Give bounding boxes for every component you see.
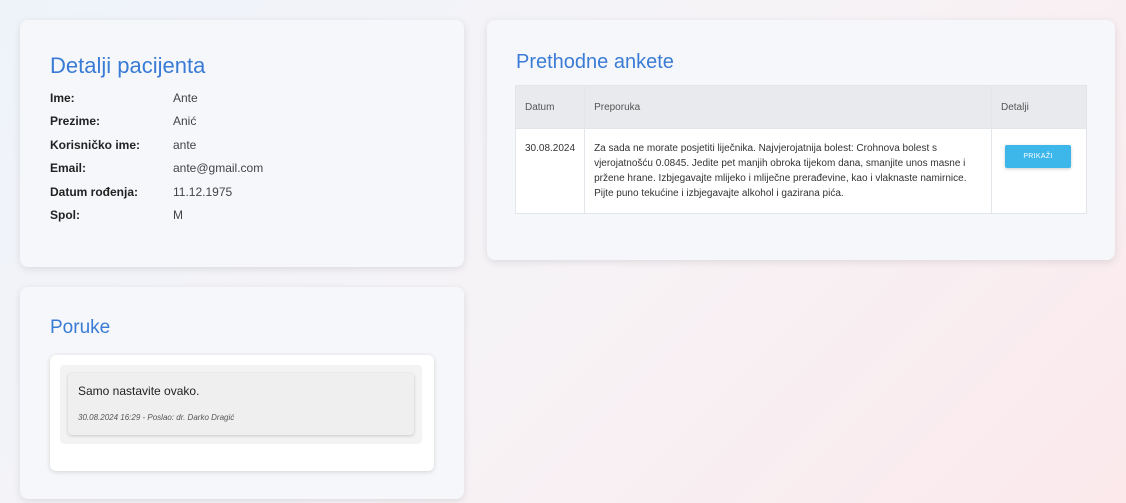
detail-row-sex: Spol: M xyxy=(50,204,263,228)
patient-details-list: Ime: Ante Prezime: Anić Korisničko ime: … xyxy=(50,86,263,227)
patient-details-card: Detalji pacijenta Ime: Ante Prezime: Ani… xyxy=(20,20,464,267)
column-header-recommendation: Preporuka xyxy=(584,85,992,129)
detail-value: 11.12.1975 xyxy=(173,184,233,199)
detail-row-birth-date: Datum rođenja: 11.12.1975 xyxy=(50,180,263,204)
message-meta: 30.08.2024 16:29 - Poslao: dr. Darko Dra… xyxy=(78,413,235,422)
messages-list: Samo nastavite ovako. 30.08.2024 16:29 -… xyxy=(60,365,422,444)
messages-card: Poruke Samo nastavite ovako. 30.08.2024 … xyxy=(20,287,464,499)
survey-date-cell: 30.08.2024 xyxy=(514,128,586,214)
detail-label: Datum rođenja: xyxy=(50,184,139,199)
detail-value: ante@gmail.com xyxy=(173,161,264,176)
table-row: 30.08.2024 Za sada ne morate posjetiti l… xyxy=(514,128,1087,214)
detail-value: M xyxy=(173,208,183,223)
survey-recommendation-cell: Za sada ne morate posjetiti liječnika. N… xyxy=(584,128,992,214)
message-item: Samo nastavite ovako. 30.08.2024 16:29 -… xyxy=(68,373,414,435)
detail-row-first-name: Ime: Ante xyxy=(50,86,263,110)
previous-surveys-title: Prethodne ankete xyxy=(516,51,674,73)
previous-surveys-card: Prethodne ankete Datum Preporuka Detalji… xyxy=(487,20,1115,260)
column-header-date: Datum xyxy=(514,85,586,129)
detail-label: Prezime: xyxy=(50,114,101,129)
messages-container: Samo nastavite ovako. 30.08.2024 16:29 -… xyxy=(50,355,434,471)
patient-details-title: Detalji pacijenta xyxy=(50,53,206,78)
surveys-table: Datum Preporuka Detalji 30.08.2024 Za sa… xyxy=(514,85,1087,214)
detail-row-email: Email: ante@gmail.com xyxy=(50,157,263,181)
detail-label: Korisničko ime: xyxy=(50,137,141,152)
detail-value: Anić xyxy=(173,114,197,129)
detail-label: Email: xyxy=(50,161,87,176)
detail-value: Ante xyxy=(173,90,198,105)
column-header-details: Detalji xyxy=(991,85,1087,129)
message-text: Samo nastavite ovako. xyxy=(78,384,200,398)
show-survey-button[interactable]: PRIKAŽI xyxy=(1005,145,1071,168)
detail-label: Spol: xyxy=(50,208,80,223)
detail-row-last-name: Prezime: Anić xyxy=(50,110,263,134)
detail-row-username: Korisničko ime: ante xyxy=(50,133,263,157)
detail-value: ante xyxy=(173,137,197,152)
table-header-row: Datum Preporuka Detalji xyxy=(514,85,1087,129)
survey-details-cell: PRIKAŽI xyxy=(991,128,1087,214)
detail-label: Ime: xyxy=(50,90,75,105)
messages-title: Poruke xyxy=(50,317,111,338)
